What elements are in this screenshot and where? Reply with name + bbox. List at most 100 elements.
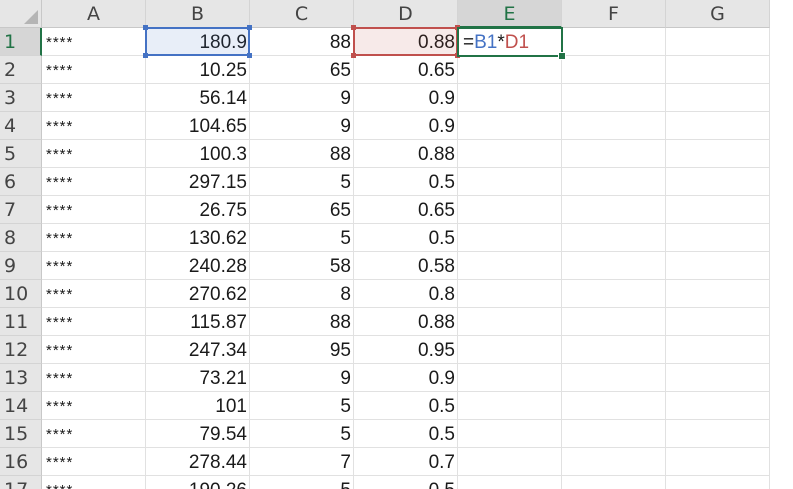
cell-e14[interactable]: [458, 392, 562, 420]
column-header-d[interactable]: D: [354, 0, 458, 28]
cell-a2[interactable]: ****: [42, 56, 146, 84]
cell-e16[interactable]: [458, 448, 562, 476]
row-header-9[interactable]: 9: [0, 252, 42, 280]
cell-a6[interactable]: ****: [42, 168, 146, 196]
cell-f16[interactable]: [562, 448, 666, 476]
cell-g3[interactable]: [666, 84, 770, 112]
column-header-e[interactable]: E: [458, 0, 562, 28]
cell-g16[interactable]: [666, 448, 770, 476]
cell-f9[interactable]: [562, 252, 666, 280]
cell-f8[interactable]: [562, 224, 666, 252]
cell-d3[interactable]: 0.9: [354, 84, 458, 112]
cell-b16[interactable]: 278.44: [146, 448, 250, 476]
cell-b1[interactable]: 180.9: [146, 28, 250, 56]
cell-c11[interactable]: 88: [250, 308, 354, 336]
cell-a4[interactable]: ****: [42, 112, 146, 140]
row-header-1[interactable]: 1: [0, 28, 42, 56]
cell-a9[interactable]: ****: [42, 252, 146, 280]
cell-e8[interactable]: [458, 224, 562, 252]
row-header-14[interactable]: 14: [0, 392, 42, 420]
cell-d6[interactable]: 0.5: [354, 168, 458, 196]
cell-c15[interactable]: 5: [250, 420, 354, 448]
cell-e15[interactable]: [458, 420, 562, 448]
cell-b11[interactable]: 115.87: [146, 308, 250, 336]
row-header-15[interactable]: 15: [0, 420, 42, 448]
cell-e17[interactable]: [458, 476, 562, 489]
cell-b7[interactable]: 26.75: [146, 196, 250, 224]
cell-e12[interactable]: [458, 336, 562, 364]
cell-f7[interactable]: [562, 196, 666, 224]
cell-g6[interactable]: [666, 168, 770, 196]
cell-d14[interactable]: 0.5: [354, 392, 458, 420]
cell-a5[interactable]: ****: [42, 140, 146, 168]
cell-g2[interactable]: [666, 56, 770, 84]
cell-d9[interactable]: 0.58: [354, 252, 458, 280]
cell-e5[interactable]: [458, 140, 562, 168]
cell-g17[interactable]: [666, 476, 770, 489]
row-header-16[interactable]: 16: [0, 448, 42, 476]
cell-b12[interactable]: 247.34: [146, 336, 250, 364]
cell-a16[interactable]: ****: [42, 448, 146, 476]
formula-reference-b1-resize-handle[interactable]: [143, 53, 148, 58]
formula-reference-b1-resize-handle[interactable]: [247, 25, 252, 30]
cell-b14[interactable]: 101: [146, 392, 250, 420]
cell-d11[interactable]: 0.88: [354, 308, 458, 336]
cell-a15[interactable]: ****: [42, 420, 146, 448]
row-header-2[interactable]: 2: [0, 56, 42, 84]
cell-g14[interactable]: [666, 392, 770, 420]
cell-a11[interactable]: ****: [42, 308, 146, 336]
cell-c4[interactable]: 9: [250, 112, 354, 140]
cell-c14[interactable]: 5: [250, 392, 354, 420]
cell-g12[interactable]: [666, 336, 770, 364]
cell-d16[interactable]: 0.7: [354, 448, 458, 476]
row-header-5[interactable]: 5: [0, 140, 42, 168]
row-header-17[interactable]: 17: [0, 476, 42, 489]
cell-g4[interactable]: [666, 112, 770, 140]
cell-c8[interactable]: 5: [250, 224, 354, 252]
column-header-f[interactable]: F: [562, 0, 666, 28]
cell-d17[interactable]: 0.5: [354, 476, 458, 489]
cell-f2[interactable]: [562, 56, 666, 84]
row-header-12[interactable]: 12: [0, 336, 42, 364]
cell-f4[interactable]: [562, 112, 666, 140]
cell-f6[interactable]: [562, 168, 666, 196]
cell-b17[interactable]: 190.26: [146, 476, 250, 489]
cell-c16[interactable]: 7: [250, 448, 354, 476]
cell-g15[interactable]: [666, 420, 770, 448]
cell-a3[interactable]: ****: [42, 84, 146, 112]
formula-reference-d1-resize-handle[interactable]: [351, 25, 356, 30]
cell-f17[interactable]: [562, 476, 666, 489]
row-header-8[interactable]: 8: [0, 224, 42, 252]
cell-b10[interactable]: 270.62: [146, 280, 250, 308]
row-header-13[interactable]: 13: [0, 364, 42, 392]
cell-b9[interactable]: 240.28: [146, 252, 250, 280]
cell-b15[interactable]: 79.54: [146, 420, 250, 448]
cell-f11[interactable]: [562, 308, 666, 336]
row-header-11[interactable]: 11: [0, 308, 42, 336]
cell-c5[interactable]: 88: [250, 140, 354, 168]
cell-c2[interactable]: 65: [250, 56, 354, 84]
formula-reference-d1-resize-handle[interactable]: [351, 53, 356, 58]
cell-b8[interactable]: 130.62: [146, 224, 250, 252]
column-header-c[interactable]: C: [250, 0, 354, 28]
cell-f10[interactable]: [562, 280, 666, 308]
row-header-4[interactable]: 4: [0, 112, 42, 140]
cell-c9[interactable]: 58: [250, 252, 354, 280]
cell-e7[interactable]: [458, 196, 562, 224]
cell-f5[interactable]: [562, 140, 666, 168]
cell-g1[interactable]: [666, 28, 770, 56]
cell-f3[interactable]: [562, 84, 666, 112]
cell-f12[interactable]: [562, 336, 666, 364]
cell-c13[interactable]: 9: [250, 364, 354, 392]
cell-f14[interactable]: [562, 392, 666, 420]
cell-e11[interactable]: [458, 308, 562, 336]
cell-a10[interactable]: ****: [42, 280, 146, 308]
cell-d4[interactable]: 0.9: [354, 112, 458, 140]
cell-f13[interactable]: [562, 364, 666, 392]
cell-g11[interactable]: [666, 308, 770, 336]
cell-d1[interactable]: 0.88: [354, 28, 458, 56]
cell-g8[interactable]: [666, 224, 770, 252]
cell-b6[interactable]: 297.15: [146, 168, 250, 196]
cell-g9[interactable]: [666, 252, 770, 280]
cell-c7[interactable]: 65: [250, 196, 354, 224]
